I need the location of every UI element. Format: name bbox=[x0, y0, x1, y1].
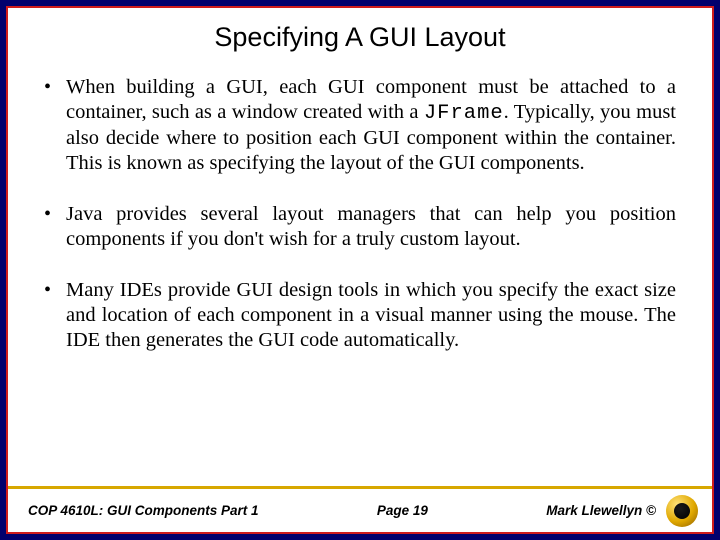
slide-footer: COP 4610L: GUI Components Part 1 Page 19… bbox=[8, 486, 712, 532]
slide-content: Specifying A GUI Layout When building a … bbox=[8, 8, 712, 532]
bullet-text: Many IDEs provide GUI design tools in wh… bbox=[66, 279, 676, 351]
code-text: JFrame bbox=[424, 102, 504, 125]
bullet-item: When building a GUI, each GUI component … bbox=[44, 75, 676, 176]
bullet-item: Java provides several layout managers th… bbox=[44, 202, 676, 252]
slide-title: Specifying A GUI Layout bbox=[34, 22, 686, 53]
bullet-text: Java provides several layout managers th… bbox=[66, 203, 676, 250]
footer-page: Page 19 bbox=[304, 503, 501, 518]
footer-bar: COP 4610L: GUI Components Part 1 Page 19… bbox=[8, 489, 712, 532]
footer-course: COP 4610L: GUI Components Part 1 bbox=[28, 503, 304, 518]
footer-author: Mark Llewellyn © bbox=[546, 503, 656, 518]
ucf-logo-icon bbox=[666, 495, 698, 527]
footer-author-wrap: Mark Llewellyn © bbox=[501, 495, 698, 527]
slide-frame: Specifying A GUI Layout When building a … bbox=[0, 0, 720, 540]
bullet-item: Many IDEs provide GUI design tools in wh… bbox=[44, 278, 676, 353]
bullet-list: When building a GUI, each GUI component … bbox=[34, 75, 686, 353]
slide-border: Specifying A GUI Layout When building a … bbox=[6, 6, 714, 534]
